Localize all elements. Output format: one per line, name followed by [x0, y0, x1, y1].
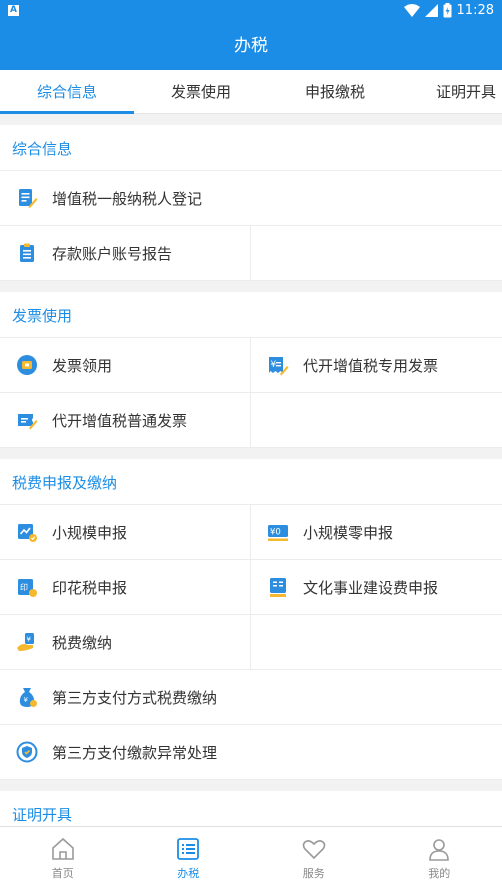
- small-scale-zero-declare-item[interactable]: ¥0 小规模零申报: [251, 505, 502, 560]
- item-label: 发票领用: [52, 356, 113, 375]
- nav-label: 我的: [428, 867, 451, 880]
- page-title: 办税: [0, 24, 502, 70]
- vat-special-invoice-item[interactable]: ¥ 代开增值税专用发票: [251, 338, 502, 393]
- nav-tax[interactable]: 办税: [126, 827, 252, 890]
- svg-text:¥: ¥: [27, 636, 32, 644]
- status-bar: A 11:28: [0, 0, 502, 24]
- culture-fee-declare-item[interactable]: 文化事业建设费申报: [251, 560, 502, 615]
- heart-icon: [302, 840, 326, 860]
- form-edit-icon: [19, 189, 38, 208]
- nav-mine[interactable]: 我的: [377, 827, 502, 890]
- item-label: 代开增值税普通发票: [52, 411, 188, 430]
- item-label: 小规模申报: [52, 523, 128, 542]
- invoice-coin-icon: [17, 355, 37, 375]
- item-label: 代开增值税专用发票: [303, 356, 439, 375]
- chart-report-icon: [18, 524, 37, 542]
- nav-home[interactable]: 首页: [0, 827, 126, 890]
- small-scale-declare-item[interactable]: 小规模申报: [0, 505, 251, 560]
- yuan-zero-icon: ¥0: [268, 525, 288, 541]
- item-label: 存款账户账号报告: [52, 244, 173, 263]
- item-label: 小规模零申报: [303, 523, 394, 542]
- nav-label: 服务: [302, 867, 325, 880]
- wifi-icon: [403, 3, 420, 17]
- item-label: 增值税一般纳税人登记: [52, 189, 203, 208]
- vat-normal-invoice-item[interactable]: 代开增值税普通发票: [0, 393, 251, 448]
- section-title: 综合信息: [0, 125, 502, 171]
- payment-hand-icon: ¥: [17, 633, 34, 651]
- svg-text:¥0: ¥0: [270, 528, 281, 538]
- item-label: 第三方支付缴款异常处理: [52, 743, 218, 762]
- empty-cell: [251, 393, 502, 448]
- third-party-payment-item[interactable]: ¥ 第三方支付方式税费缴纳: [0, 670, 502, 725]
- third-party-exception-item[interactable]: 第三方支付缴款异常处理: [0, 725, 502, 780]
- svg-text:¥: ¥: [271, 360, 277, 370]
- item-label: 印花税申报: [52, 578, 128, 597]
- home-icon: [51, 837, 74, 860]
- empty-cell: [251, 615, 502, 670]
- tax-payment-item[interactable]: ¥ 税费缴纳: [0, 615, 251, 670]
- section-title: 税费申报及缴纳: [0, 459, 502, 505]
- tab-invoice[interactable]: 发票使用: [134, 70, 268, 113]
- battery-icon: [443, 3, 452, 18]
- signal-icon: [424, 4, 438, 17]
- nav-label: 办税: [177, 867, 200, 880]
- section-title: 证明开具: [0, 791, 502, 826]
- nav-label: 首页: [51, 867, 74, 880]
- user-icon: [429, 839, 450, 861]
- clock: 11:28: [456, 3, 494, 18]
- main-content[interactable]: 综合信息 增值税一般纳税人登记 存款账户账号报告 发票使用 发票领用 ¥ 代开增…: [0, 114, 502, 826]
- shield-refresh-icon: [16, 741, 38, 763]
- empty-cell: [251, 226, 502, 281]
- section-certificate: 证明开具: [0, 791, 502, 826]
- yuan-invoice-icon: ¥: [269, 357, 289, 376]
- tab-certificate[interactable]: 证明开具: [436, 70, 502, 113]
- svg-text:¥: ¥: [24, 696, 29, 704]
- bottom-nav: 首页 办税 服务 我的: [0, 826, 502, 890]
- tab-bar: 综合信息 发票使用 申报缴税 证明开具: [0, 70, 502, 114]
- tab-declare[interactable]: 申报缴税: [268, 70, 402, 113]
- clipboard-icon: [20, 243, 34, 262]
- ticket-edit-icon: [18, 414, 38, 430]
- list-icon: [177, 838, 200, 860]
- book-icon: [270, 578, 286, 597]
- section-title: 发票使用: [0, 292, 502, 338]
- section-declare: 税费申报及缴纳 小规模申报 ¥0 小规模零申报 印 印花税申报 文化事业建设费申…: [0, 459, 502, 780]
- stamp-icon: 印: [18, 579, 37, 597]
- svg-text:印: 印: [20, 583, 28, 592]
- item-label: 税费缴纳: [52, 633, 113, 652]
- notification-icon: A: [8, 5, 19, 16]
- item-label: 文化事业建设费申报: [303, 578, 439, 597]
- money-bag-icon: ¥: [19, 688, 37, 707]
- bank-account-report-item[interactable]: 存款账户账号报告: [0, 226, 251, 281]
- item-label: 第三方支付方式税费缴纳: [52, 688, 218, 707]
- section-general: 综合信息 增值税一般纳税人登记 存款账户账号报告: [0, 125, 502, 281]
- section-invoice: 发票使用 发票领用 ¥ 代开增值税专用发票 代开增值税普通发票: [0, 292, 502, 448]
- invoice-receive-item[interactable]: 发票领用: [0, 338, 251, 393]
- tab-general[interactable]: 综合信息: [0, 70, 134, 113]
- nav-service[interactable]: 服务: [251, 827, 377, 890]
- stamp-tax-declare-item[interactable]: 印 印花税申报: [0, 560, 251, 615]
- vat-registration-item[interactable]: 增值税一般纳税人登记: [0, 171, 502, 226]
